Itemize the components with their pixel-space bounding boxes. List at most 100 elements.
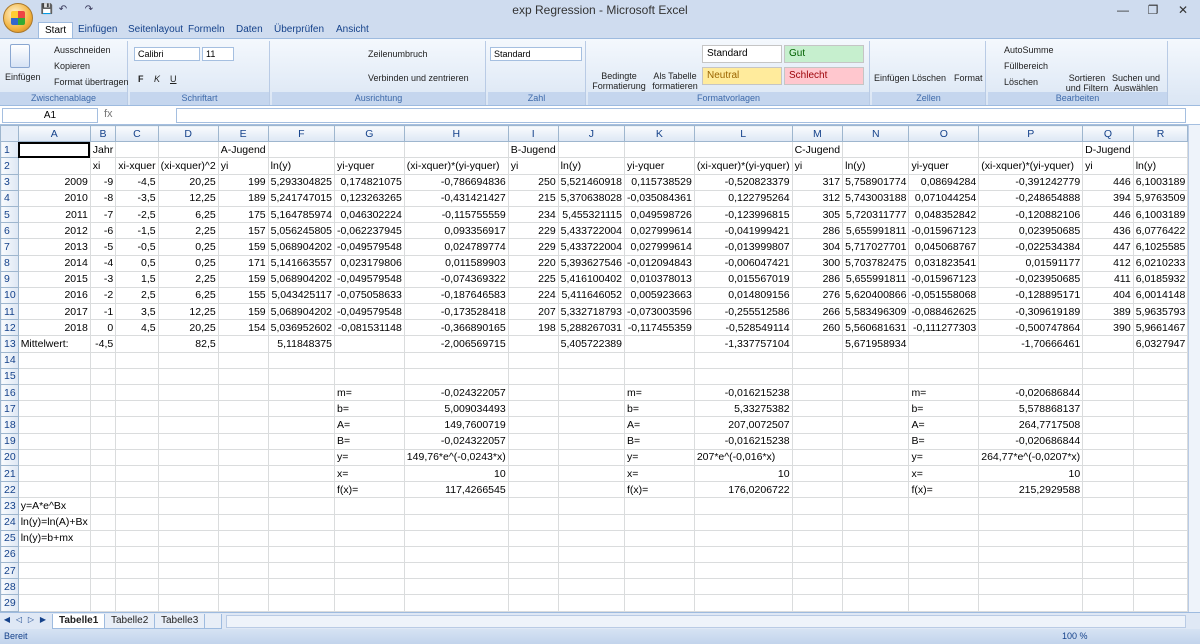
prev-sheet-icon[interactable]: ◁ (14, 615, 24, 624)
cell[interactable] (17, 416, 91, 434)
cell[interactable] (507, 416, 559, 434)
cell[interactable] (978, 578, 1084, 596)
cell[interactable]: 446 (1082, 173, 1134, 191)
cell[interactable] (267, 383, 335, 402)
cell[interactable]: -0,187646583 (403, 286, 509, 305)
cell[interactable]: -0,073003596 (624, 303, 695, 321)
cell[interactable]: 6,0185932 (1132, 270, 1188, 288)
row-header[interactable]: 28 (0, 578, 19, 596)
cell[interactable]: -0,120882106 (978, 205, 1084, 224)
cell[interactable]: 2,25 (157, 222, 219, 240)
row-header[interactable]: 20 (0, 448, 19, 466)
cell[interactable]: 6,0776422 (1132, 222, 1188, 240)
cell[interactable] (115, 562, 159, 580)
cell[interactable]: b= (333, 400, 405, 418)
cell[interactable] (115, 141, 159, 159)
cell[interactable] (507, 432, 559, 450)
next-sheet-icon[interactable]: ▷ (26, 615, 36, 624)
cell[interactable]: x= (908, 464, 980, 483)
cell[interactable]: yi (1082, 157, 1134, 175)
cell[interactable]: 1,5 (115, 270, 159, 288)
row-header[interactable]: 23 (0, 497, 19, 515)
font-size-select[interactable]: 11 (202, 47, 234, 61)
cell[interactable]: -0,088462625 (908, 303, 980, 321)
cell[interactable]: -0,013999807 (693, 238, 793, 256)
cell[interactable] (842, 367, 910, 386)
cell[interactable]: 234 (507, 205, 559, 224)
cell[interactable]: y= (908, 448, 980, 466)
cell[interactable]: 220 (507, 254, 559, 272)
cell[interactable]: 5,720311777 (842, 205, 910, 224)
cell[interactable]: B= (333, 432, 405, 450)
cell[interactable] (157, 497, 219, 515)
cell[interactable] (842, 562, 910, 580)
cell[interactable]: ln(y) (557, 157, 626, 175)
column-header[interactable]: G (333, 125, 405, 143)
cell[interactable] (17, 448, 91, 466)
cell[interactable] (908, 562, 980, 580)
cell[interactable]: 2016 (17, 286, 91, 305)
cell[interactable]: 2017 (17, 303, 91, 321)
cell[interactable] (1082, 335, 1134, 353)
cell[interactable] (1132, 513, 1188, 531)
cell[interactable] (693, 141, 793, 159)
cell[interactable] (978, 513, 1084, 531)
cell[interactable] (557, 545, 626, 564)
formula-input[interactable] (176, 108, 1186, 123)
cell[interactable] (624, 367, 695, 386)
row-header[interactable]: 14 (0, 351, 19, 369)
select-all-corner[interactable] (0, 125, 19, 143)
cell[interactable] (791, 383, 844, 402)
cell[interactable] (978, 562, 1084, 580)
cell[interactable] (217, 497, 269, 515)
cell[interactable] (267, 562, 335, 580)
cell[interactable] (157, 351, 219, 369)
cell[interactable]: 2013 (17, 238, 91, 256)
cell[interactable]: 215,2929588 (978, 481, 1084, 499)
cell[interactable] (115, 481, 159, 499)
cell[interactable]: 0,005923663 (624, 286, 695, 305)
cell[interactable]: 5,11848375 (267, 335, 335, 353)
cell[interactable]: -0,015967123 (908, 222, 980, 240)
cell[interactable]: 5,141663557 (267, 254, 335, 272)
cell[interactable] (17, 400, 91, 418)
cell[interactable] (791, 594, 844, 612)
cell[interactable]: -0,016215238 (693, 432, 793, 450)
cell[interactable]: 5,416100402 (557, 270, 626, 288)
cell[interactable] (157, 400, 219, 418)
cell[interactable] (557, 432, 626, 450)
cell[interactable]: -2 (89, 286, 117, 305)
cell[interactable] (1132, 562, 1188, 580)
column-header[interactable]: Q (1082, 125, 1134, 143)
cell[interactable]: 0,115738529 (624, 173, 695, 191)
autosum-button[interactable]: AutoSumme (1004, 45, 1054, 55)
row-header[interactable]: 26 (0, 545, 19, 564)
cell[interactable] (115, 545, 159, 564)
cell[interactable] (842, 351, 910, 369)
column-header[interactable]: L (693, 125, 793, 143)
cell[interactable]: 5,455321115 (557, 205, 626, 224)
cell[interactable]: 5,370638028 (557, 189, 626, 207)
cell[interactable]: 0,046302224 (333, 205, 405, 224)
cell[interactable] (403, 513, 509, 531)
cell[interactable]: B= (624, 432, 695, 450)
cell[interactable] (507, 367, 559, 386)
cell[interactable] (115, 497, 159, 515)
cell[interactable] (267, 400, 335, 418)
cell[interactable]: -0,023950685 (978, 270, 1084, 288)
cell[interactable] (17, 594, 91, 612)
cell[interactable] (17, 141, 91, 159)
cell[interactable] (333, 497, 405, 515)
cell[interactable]: 0,01591177 (978, 254, 1084, 272)
insert-sheet-icon[interactable] (204, 614, 222, 629)
cell[interactable] (908, 497, 980, 515)
bold-button[interactable]: F (138, 74, 144, 84)
cell[interactable]: m= (908, 383, 980, 402)
cell[interactable]: -0,062237945 (333, 222, 405, 240)
cell[interactable] (842, 400, 910, 418)
column-header[interactable]: R (1132, 125, 1188, 143)
cell[interactable] (557, 400, 626, 418)
cell[interactable]: 394 (1082, 189, 1134, 207)
row-header[interactable]: 19 (0, 432, 19, 450)
cell[interactable] (115, 400, 159, 418)
